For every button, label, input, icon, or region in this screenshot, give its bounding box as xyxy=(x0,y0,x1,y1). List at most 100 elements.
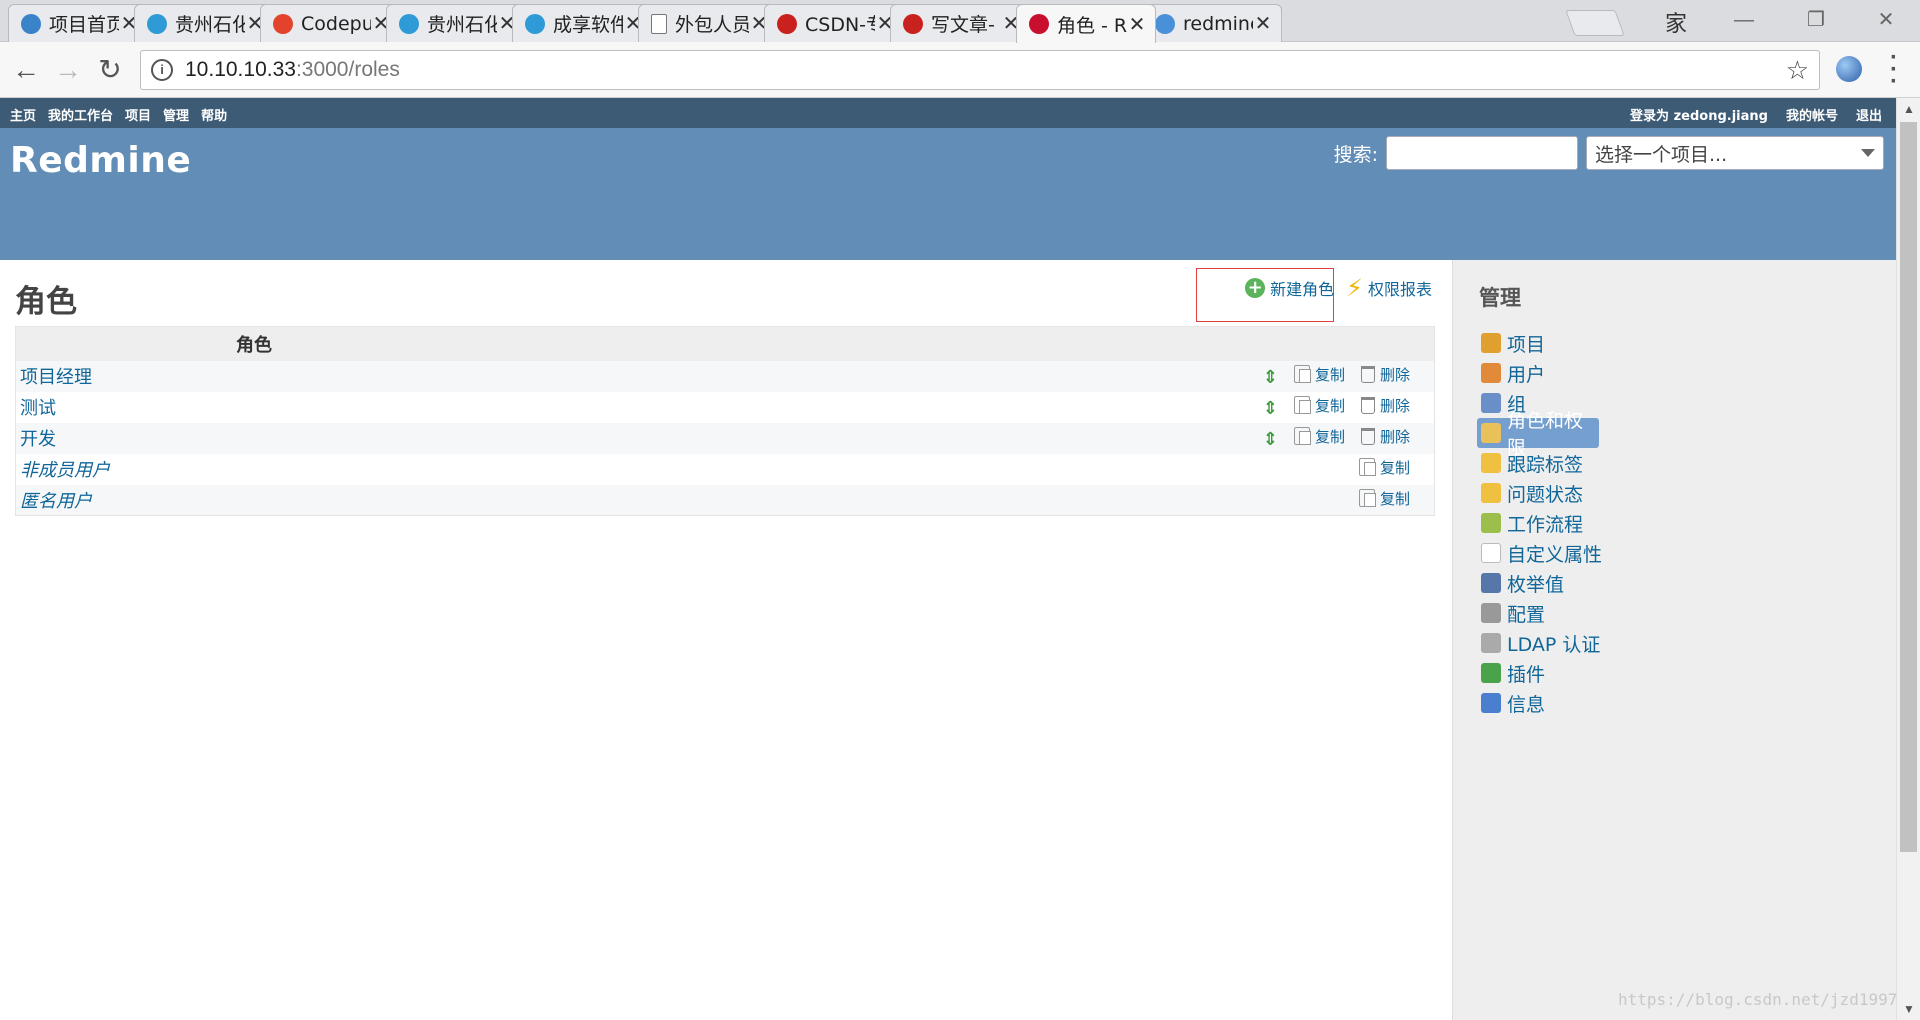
copy-button[interactable]: 复制 xyxy=(1293,395,1345,416)
tab-close-icon[interactable]: ✕ xyxy=(1127,12,1147,37)
search-label: 搜索: xyxy=(1333,143,1378,166)
minimize-icon[interactable]: — xyxy=(1714,4,1774,36)
admin-menu: 项目 用户组角色和权限 跟踪标签 问题状态 工作流程 自定义属性 枚举值 配置 LDAP 认证插… xyxy=(1477,328,1606,718)
tab-title: Codepu xyxy=(301,12,371,35)
url-input[interactable]: i 10.10.10.33:3000/roles ☆ xyxy=(140,50,1820,90)
delete-button[interactable]: 删除 xyxy=(1360,364,1410,385)
new-tab-button[interactable] xyxy=(1565,10,1625,36)
contextual-actions: + 新建角色 ⚡ 权限报表 xyxy=(1245,276,1432,300)
row-actions: ⇕ 复制 删除 xyxy=(1194,360,1435,392)
sidebar-item-label: LDAP 认证 xyxy=(1507,633,1601,656)
browser-tab[interactable]: 贵州石化 ✕ xyxy=(386,4,526,42)
browser-tab[interactable]: 项目首页 ✕ xyxy=(8,4,148,42)
tab-title: redmine xyxy=(1183,12,1253,35)
role-name-link[interactable]: 开发 xyxy=(15,422,1195,454)
page-scrollbar[interactable]: ▲ ▼ xyxy=(1896,98,1920,1020)
sidebar-item-label: 问题状态 xyxy=(1507,483,1584,506)
logout-link[interactable]: 退出 xyxy=(1856,105,1882,124)
delete-button[interactable]: 删除 xyxy=(1360,395,1410,416)
delete-button[interactable]: 删除 xyxy=(1360,426,1410,447)
copy-button[interactable]: 复制 xyxy=(1358,457,1410,478)
roles-icon xyxy=(1481,423,1501,443)
trash-icon xyxy=(1360,366,1375,384)
sidebar-item[interactable]: 问题状态 xyxy=(1477,478,1606,508)
search-input[interactable] xyxy=(1386,136,1578,170)
scrollbar-thumb[interactable] xyxy=(1900,122,1917,852)
url-host: 10.10.10.33 xyxy=(185,58,296,81)
browser-tab[interactable]: 外包人员 ✕ xyxy=(638,4,778,42)
new-role-link[interactable]: + 新建角色 xyxy=(1245,276,1334,300)
forward-icon[interactable]: → xyxy=(52,54,84,86)
sidebar-item[interactable]: 角色和权限 xyxy=(1477,410,1599,459)
chevron-down-icon xyxy=(1861,149,1875,157)
bookmark-star-icon[interactable]: ☆ xyxy=(1786,55,1809,86)
sort-handle-icon[interactable]: ⇕ xyxy=(1263,367,1278,388)
copy-icon xyxy=(1293,396,1311,415)
site-info-icon[interactable]: i xyxy=(151,59,173,81)
window-close-icon[interactable]: ✕ xyxy=(1856,4,1916,36)
sidebar-item[interactable]: 自定义属性 xyxy=(1477,538,1606,568)
browser-tab[interactable]: 写文章- ✕ xyxy=(890,4,1030,42)
permissions-report-label: 权限报表 xyxy=(1367,280,1432,299)
sidebar-item[interactable]: 用户 xyxy=(1477,358,1606,388)
top-menu-link[interactable]: 项目 xyxy=(125,105,151,124)
sidebar-item[interactable]: LDAP 认证 xyxy=(1477,628,1606,658)
tab-favicon-icon xyxy=(651,13,667,34)
top-menu-link[interactable]: 管理 xyxy=(163,105,189,124)
browser-tab[interactable]: redmine✕ xyxy=(1142,4,1282,42)
reload-icon[interactable]: ↻ xyxy=(94,54,126,86)
sidebar-item[interactable]: 枚举值 xyxy=(1477,568,1606,598)
project-jump-select[interactable]: 选择一个项目... xyxy=(1586,136,1884,170)
browser-tab[interactable]: 角色 - R ✕ xyxy=(1016,4,1156,43)
sidebar-item[interactable]: 项目 xyxy=(1477,328,1606,358)
sidebar: 管理 项目 用户组角色和权限 跟踪标签 问题状态 工作流程 自定义属性 枚举值 配置 LDAP … xyxy=(1452,260,1896,1020)
maximize-icon[interactable]: ❐ xyxy=(1786,4,1846,36)
tab-close-icon[interactable]: ✕ xyxy=(1253,11,1273,36)
browser-tab[interactable]: Codepu ✕ xyxy=(260,4,400,42)
scroll-down-icon[interactable]: ▼ xyxy=(1897,1002,1920,1016)
sidebar-item[interactable]: 信息 xyxy=(1477,688,1606,718)
scroll-up-icon[interactable]: ▲ xyxy=(1897,102,1920,116)
address-bar: ← → ↻ i 10.10.10.33:3000/roles ☆ · · · xyxy=(0,42,1920,98)
my-account-link[interactable]: 我的帐号 xyxy=(1786,105,1838,124)
top-menu-link[interactable]: 我的工作台 xyxy=(48,105,113,124)
logged-in-as: 登录为 zedong.jiang xyxy=(1630,105,1768,124)
copy-button[interactable]: 复制 xyxy=(1293,364,1345,385)
copy-label: 复制 xyxy=(1379,458,1410,477)
sort-handle-icon[interactable]: ⇕ xyxy=(1263,429,1278,450)
copy-icon xyxy=(1293,365,1311,384)
sidebar-item-label: 配置 xyxy=(1507,603,1546,626)
role-name-link[interactable]: 非成员用户 xyxy=(15,453,1195,485)
group-icon xyxy=(1481,393,1501,413)
url-text[interactable]: 10.10.10.33:3000/roles xyxy=(185,58,1786,82)
extension-globe-icon[interactable] xyxy=(1836,56,1862,82)
tab-title: 贵州石化 xyxy=(175,14,245,36)
top-menu-link[interactable]: 帮助 xyxy=(201,105,227,124)
copy-button[interactable]: 复制 xyxy=(1293,426,1345,447)
top-menu-links: 主页 我的工作台 项目 管理 帮助 xyxy=(10,105,227,124)
sidebar-item[interactable]: 工作流程 xyxy=(1477,508,1606,538)
permissions-report-link[interactable]: ⚡ 权限报表 xyxy=(1346,276,1432,300)
role-name-link[interactable]: 匿名用户 xyxy=(15,484,1195,516)
sidebar-item[interactable]: 插件 xyxy=(1477,658,1606,688)
enumerations-icon xyxy=(1481,573,1501,593)
profile-label[interactable]: 家 xyxy=(1665,6,1687,38)
url-path: :3000/roles xyxy=(295,58,400,81)
app-title: Redmine xyxy=(10,140,192,181)
role-name-link[interactable]: 项目经理 xyxy=(15,360,1195,392)
sidebar-item-label: 插件 xyxy=(1507,663,1546,686)
role-name-link[interactable]: 测试 xyxy=(15,391,1195,423)
browser-tab[interactable]: 贵州石化 ✕ xyxy=(134,4,274,42)
back-icon[interactable]: ← xyxy=(10,54,42,86)
sort-handle-icon[interactable]: ⇕ xyxy=(1263,398,1278,419)
browser-tab[interactable]: CSDN-专✕ xyxy=(764,4,904,42)
browser-tab[interactable]: 成享软件 ✕ xyxy=(512,4,652,42)
delete-label: 删除 xyxy=(1379,428,1410,447)
table-row: 测试 ⇕ 复制 删除 xyxy=(15,391,1435,423)
logged-in-user-link[interactable]: zedong.jiang xyxy=(1674,109,1768,124)
top-menu-link[interactable]: 主页 xyxy=(10,105,36,124)
copy-button[interactable]: 复制 xyxy=(1358,488,1410,509)
browser-menu-icon[interactable]: · · · xyxy=(1884,46,1904,94)
copy-icon xyxy=(1358,489,1376,507)
sidebar-item[interactable]: 配置 xyxy=(1477,598,1606,628)
